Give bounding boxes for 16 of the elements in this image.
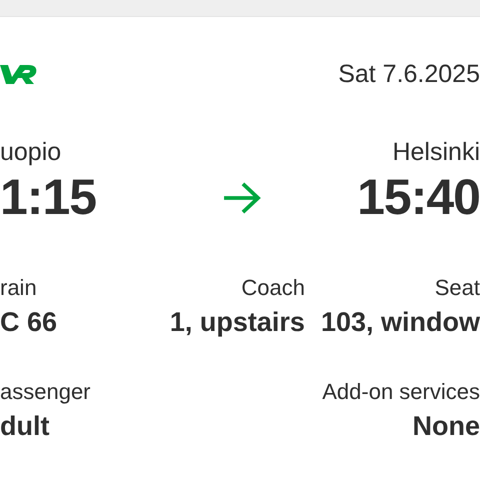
arrival-station: Helsinki: [392, 137, 480, 167]
detail-value: None: [412, 410, 480, 443]
detail-value: C 66: [0, 306, 58, 339]
detail-label: Seat: [434, 274, 480, 302]
arrival-time: 15:40: [357, 168, 480, 227]
detail-label: assenger: [0, 378, 91, 406]
departure-station: uopio: [0, 137, 62, 167]
detail-value: 1, upstairs: [170, 306, 305, 339]
detail-value: 103, window: [320, 306, 480, 339]
departure-time: 1:15: [0, 168, 96, 227]
detail-label: Add-on services: [322, 378, 480, 406]
arrow-right-icon: [222, 181, 262, 215]
detail-label: Coach: [241, 274, 305, 302]
detail-label: rain: [0, 274, 37, 302]
travel-date: Sat 7.6.2025: [338, 60, 480, 88]
detail-value: dult: [0, 410, 50, 443]
